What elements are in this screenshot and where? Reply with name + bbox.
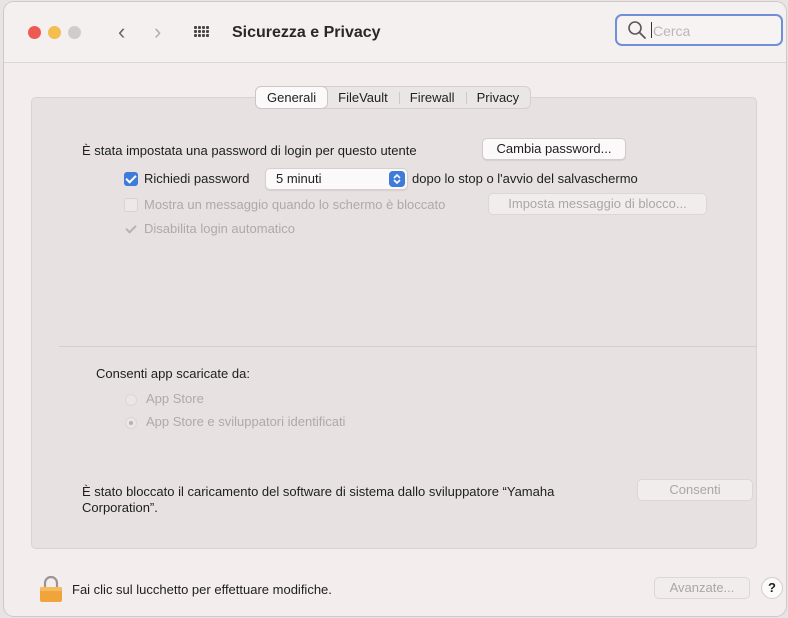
radio-app-store-identified[interactable] xyxy=(125,417,137,429)
radio-app-store[interactable] xyxy=(125,394,137,406)
set-lock-message-button[interactable]: Imposta messaggio di blocco... xyxy=(488,193,707,215)
show-lock-message-checkbox[interactable] xyxy=(124,198,138,212)
allow-button[interactable]: Consenti xyxy=(637,479,753,501)
search-field[interactable] xyxy=(615,14,783,46)
close-window-button[interactable] xyxy=(28,26,41,39)
tab-filevault[interactable]: FileVault xyxy=(327,87,399,108)
tab-bar: Generali FileVault Firewall Privacy xyxy=(255,86,532,109)
chevron-left-icon: ‹ xyxy=(118,19,126,44)
require-password-delay-select[interactable]: 5 minuti xyxy=(265,168,408,190)
title-bar: ‹ › Sicurezza e Privacy xyxy=(4,2,786,63)
lock-instruction-text: Fai clic sul lucchetto per effettuare mo… xyxy=(72,582,332,597)
disable-auto-login-label: Disabilita login automatico xyxy=(144,221,296,236)
help-button[interactable]: ? xyxy=(761,577,783,599)
blocked-software-text-line2: Corporation”. xyxy=(82,500,158,515)
radio-app-store-identified-label: App Store e sviluppatori identificati xyxy=(146,414,346,429)
password-set-label: È stata impostata una password di login … xyxy=(82,143,417,158)
text-caret xyxy=(651,22,652,38)
show-lock-message-label: Mostra un messaggio quando lo schermo è … xyxy=(144,197,446,212)
window-title: Sicurezza e Privacy xyxy=(232,24,381,41)
show-all-grid-icon[interactable] xyxy=(194,26,210,38)
preferences-window: ‹ › Sicurezza e Privacy Generali FileVau… xyxy=(4,2,786,616)
forward-button[interactable]: › xyxy=(154,19,161,45)
section-divider xyxy=(59,346,757,347)
change-password-button[interactable]: Cambia password... xyxy=(482,138,626,160)
require-password-label: Richiedi password xyxy=(144,171,250,186)
advanced-button[interactable]: Avanzate... xyxy=(654,577,750,599)
search-icon xyxy=(628,21,646,39)
minimize-window-button[interactable] xyxy=(48,26,61,39)
tab-firewall[interactable]: Firewall xyxy=(398,87,466,108)
back-button[interactable]: ‹ xyxy=(118,19,125,45)
tab-privacy[interactable]: Privacy xyxy=(465,87,531,108)
disable-auto-login-checkbox[interactable] xyxy=(124,222,138,236)
search-input[interactable] xyxy=(651,20,775,42)
padlock-icon[interactable] xyxy=(39,575,63,603)
allow-downloads-heading: Consenti app scaricate da: xyxy=(96,366,250,381)
radio-app-store-label: App Store xyxy=(146,391,204,406)
chevron-right-icon: › xyxy=(154,19,162,44)
chevron-up-down-icon xyxy=(389,171,405,187)
require-password-checkbox[interactable] xyxy=(124,172,138,186)
require-password-suffix: dopo lo stop o l'avvio del salvaschermo xyxy=(412,171,638,186)
tab-generali[interactable]: Generali xyxy=(256,87,328,108)
require-password-delay-value: 5 minuti xyxy=(276,171,322,186)
zoom-window-button[interactable] xyxy=(68,26,81,39)
blocked-software-text-line1: È stato bloccato il caricamento del soft… xyxy=(82,484,555,499)
